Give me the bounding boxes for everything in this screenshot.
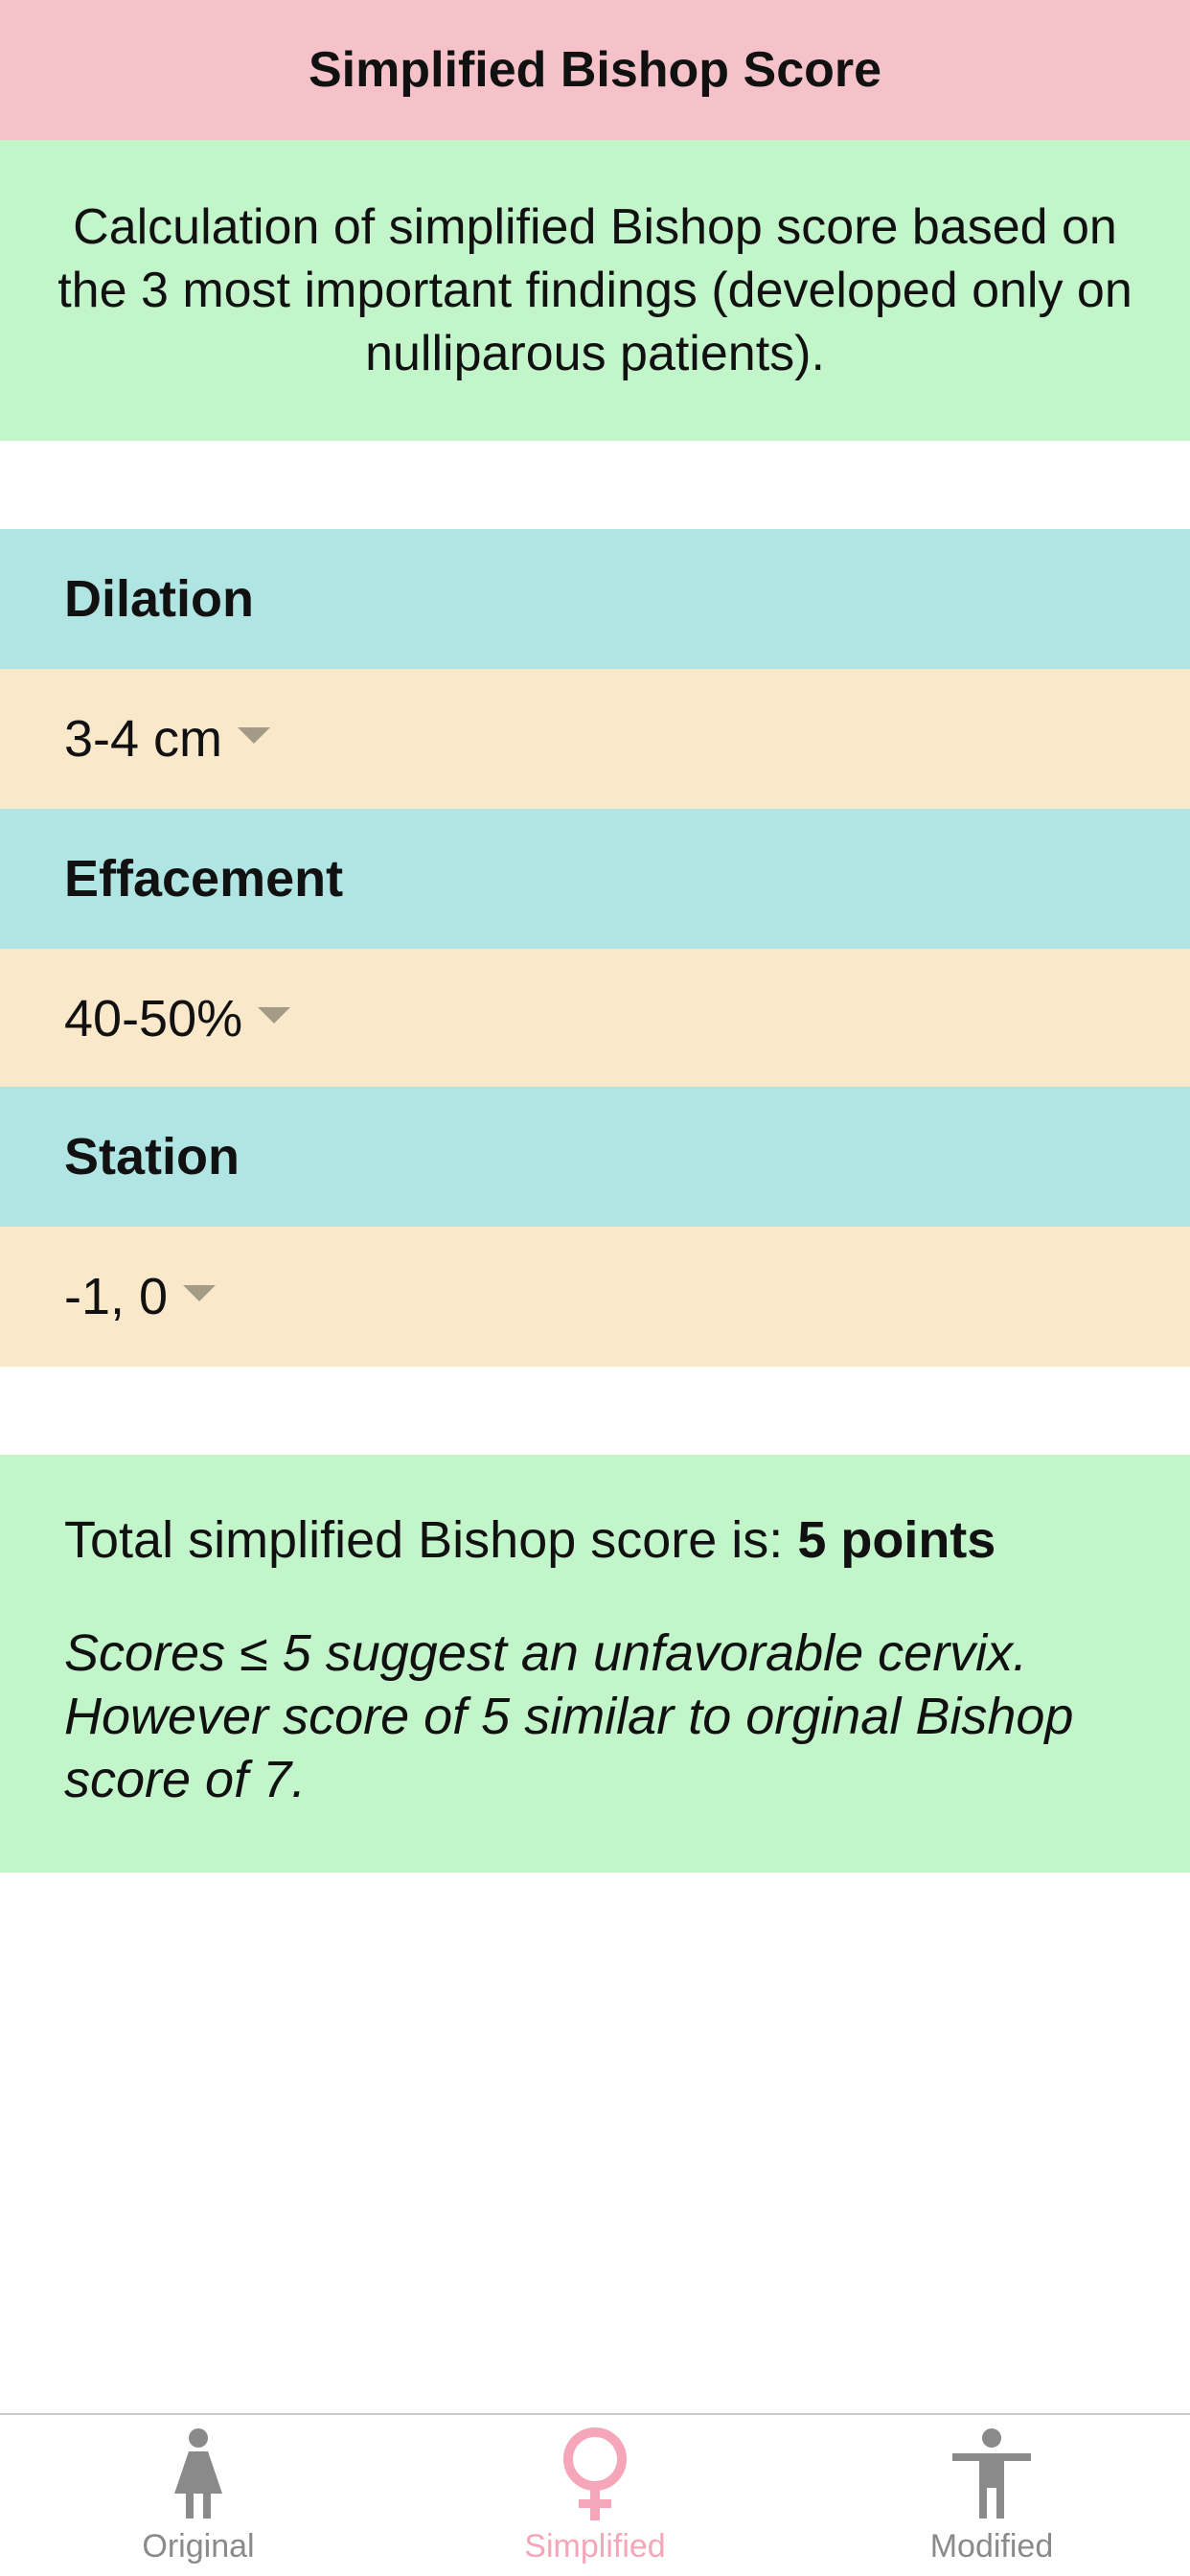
tab-original[interactable]: Original [55,2426,342,2570]
total-score-prefix: Total simplified Bishop score is: [64,1511,798,1569]
dropdown-caret-icon [258,1006,291,1024]
score-interpretation: Scores ≤ 5 suggest an unfavorable cervix… [64,1624,1074,1808]
station-label: Station [64,1128,240,1185]
tab-bar: Original Simplified Modified [0,2413,1190,2576]
tab-original-label: Original [142,2528,255,2564]
nav-header: Simplified Bishop Score [0,0,1190,140]
station-label-row: Station [0,1087,1190,1227]
tab-modified-label: Modified [929,2528,1054,2564]
station-select[interactable]: -1, 0 [0,1227,1190,1367]
woman-figure-icon [174,2428,222,2518]
tab-modified[interactable]: Modified [848,2426,1135,2570]
effacement-label: Effacement [64,850,344,908]
dilation-value: 3-4 cm [64,710,223,768]
page-title: Simplified Bishop Score [308,42,882,98]
tab-simplified-label: Simplified [524,2528,666,2564]
effacement-label-row: Effacement [0,809,1190,949]
tab-simplified[interactable]: Simplified [451,2426,739,2570]
intro-panel: Calculation of simplified Bishop score b… [0,140,1190,441]
dilation-label: Dilation [64,570,254,628]
station-value: -1, 0 [64,1268,169,1325]
intro-text: Calculation of simplified Bishop score b… [57,199,1133,381]
dropdown-caret-icon [238,726,271,744]
effacement-value: 40-50% [64,990,243,1047]
dilation-label-row: Dilation [0,529,1190,669]
dilation-select[interactable]: 3-4 cm [0,669,1190,809]
effacement-select[interactable]: 40-50% [0,949,1190,1089]
person-figure-icon [952,2428,1031,2518]
result-panel: Total simplified Bishop score is: 5 poin… [0,1455,1190,1873]
dropdown-caret-icon [183,1284,217,1301]
female-symbol-icon [563,2427,627,2520]
total-score-value: 5 points [797,1511,996,1569]
total-score-line: Total simplified Bishop score is: 5 poin… [64,1508,1126,1572]
